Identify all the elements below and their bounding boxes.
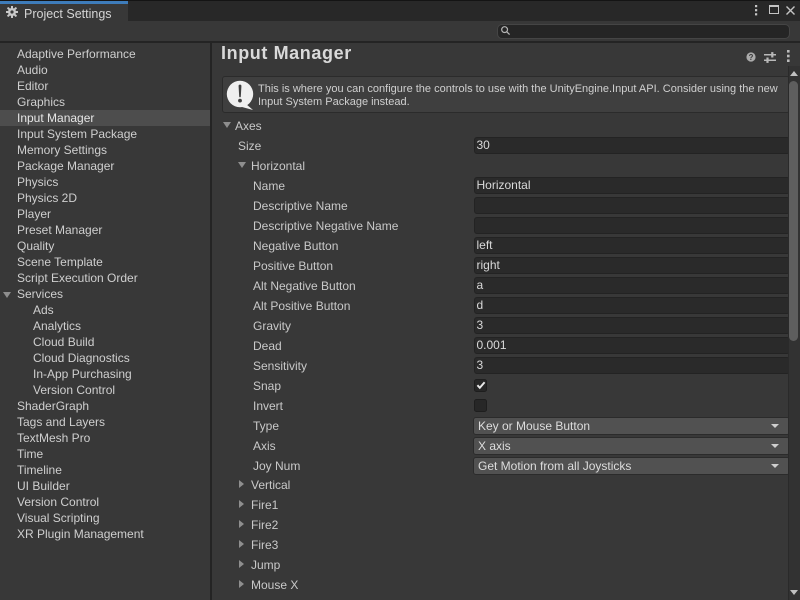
- svg-text:?: ?: [749, 53, 754, 62]
